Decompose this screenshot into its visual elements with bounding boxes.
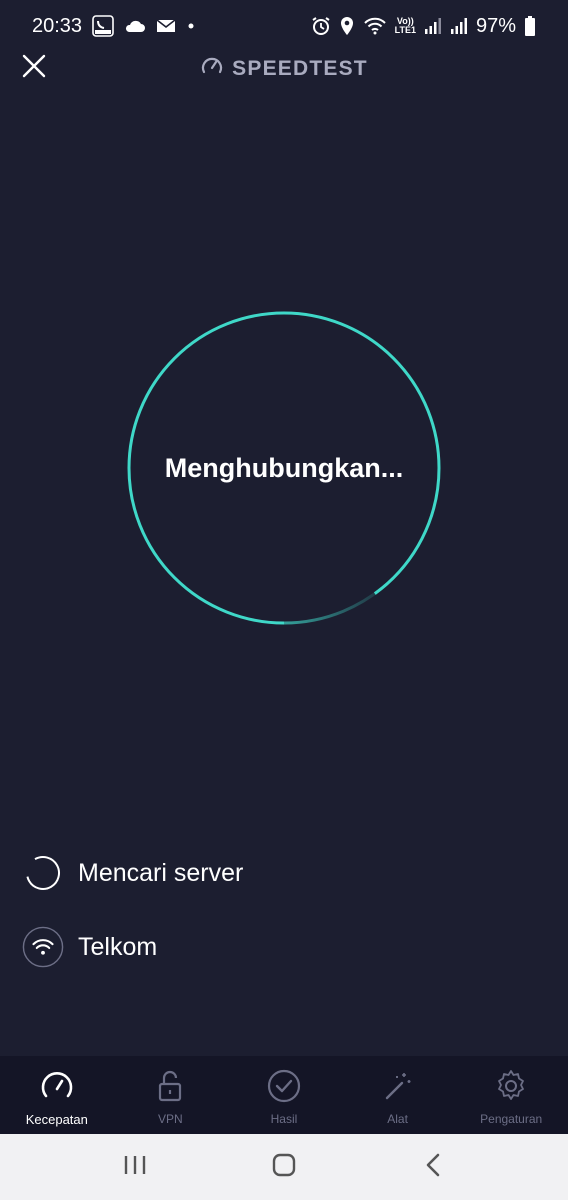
check-circle-icon	[264, 1066, 304, 1106]
tab-alat[interactable]: Alat	[341, 1056, 455, 1134]
tab-label: Hasil	[270, 1112, 298, 1126]
alarm-icon	[311, 16, 331, 36]
mail-icon	[156, 18, 176, 34]
volte-lte-icon: Vo)) LTE1	[395, 17, 416, 35]
recent-apps-icon	[123, 1154, 147, 1181]
status-bar-left: 20:33	[32, 15, 196, 38]
wifi-icon	[363, 17, 387, 35]
bottom-tab-bar: Kecepatan VPN Hasil Alat Pengaturan	[0, 1056, 568, 1134]
imo-icon	[92, 15, 114, 37]
loading-spinner-icon	[22, 852, 64, 894]
tab-hasil[interactable]: Hasil	[227, 1056, 341, 1134]
home-button[interactable]	[259, 1142, 309, 1192]
magic-wand-icon	[378, 1066, 418, 1106]
tab-label: Alat	[387, 1112, 408, 1126]
signal-icon	[424, 17, 442, 35]
connecting-ring: Menghubungkan...	[126, 310, 442, 626]
recent-apps-button[interactable]	[110, 1142, 160, 1192]
tab-label: Kecepatan	[25, 1112, 88, 1127]
tab-label: Pengaturan	[480, 1112, 543, 1126]
lte-label: LTE1	[394, 25, 416, 35]
tab-label: VPN	[158, 1112, 183, 1126]
dot-icon	[186, 21, 196, 31]
unlock-icon	[150, 1066, 190, 1106]
status-time: 20:33	[32, 14, 83, 37]
speedometer-icon	[200, 54, 224, 83]
gear-icon	[491, 1066, 531, 1106]
tab-kecepatan[interactable]: Kecepatan	[0, 1056, 114, 1134]
back-button[interactable]	[408, 1142, 458, 1192]
status-bar-right: Vo)) LTE1 97%	[311, 15, 536, 38]
server-search-label: Mencari server	[78, 858, 244, 887]
provider-row[interactable]: Telkom	[22, 926, 157, 968]
system-nav-bar	[0, 1134, 568, 1200]
tab-vpn[interactable]: VPN	[114, 1056, 228, 1134]
signal-icon	[450, 17, 468, 35]
app-header: SPEEDTEST	[0, 44, 568, 92]
app-title: SPEEDTEST	[232, 56, 368, 80]
cloud-icon	[124, 18, 146, 34]
provider-label: Telkom	[78, 932, 158, 961]
brand: SPEEDTEST	[0, 54, 568, 83]
server-search-row: Mencari server	[22, 852, 243, 894]
wifi-provider-icon	[22, 926, 64, 968]
home-icon	[272, 1153, 296, 1182]
back-icon	[425, 1153, 441, 1182]
battery-icon	[524, 15, 536, 37]
tab-pengaturan[interactable]: Pengaturan	[454, 1056, 568, 1134]
speedometer-icon	[37, 1066, 77, 1106]
location-icon	[339, 16, 355, 36]
connecting-status: Menghubungkan...	[164, 452, 404, 483]
battery-percent: 97%	[475, 14, 516, 37]
